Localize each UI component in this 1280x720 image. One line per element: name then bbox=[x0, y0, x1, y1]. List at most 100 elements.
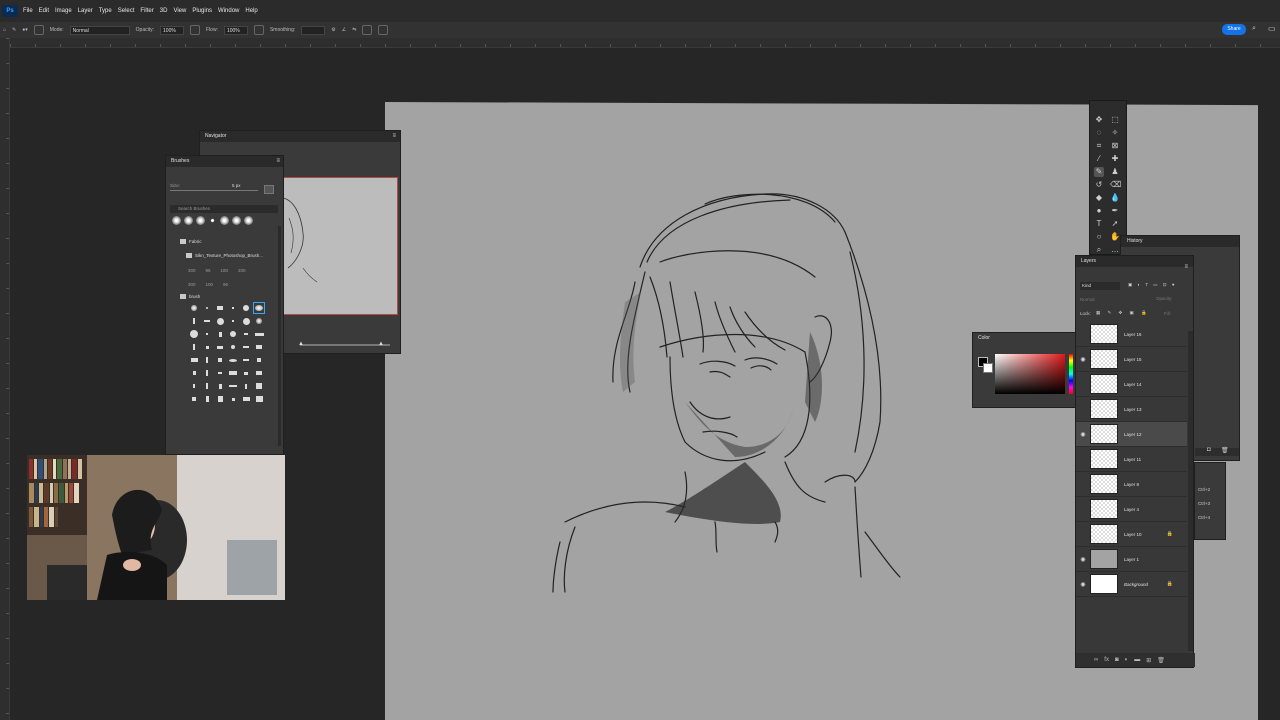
layer-row[interactable]: ◉ Layer 15 bbox=[1076, 347, 1187, 372]
recent-brush[interactable] bbox=[220, 216, 229, 225]
layer-name[interactable]: Layer 1 bbox=[1124, 557, 1139, 562]
layer-row[interactable]: Layer 10 🔒 bbox=[1076, 522, 1187, 547]
airbrush-icon[interactable] bbox=[253, 25, 264, 35]
symmetry-icon[interactable]: ⇋ bbox=[352, 27, 356, 33]
layers-scrollbar[interactable] bbox=[1188, 331, 1193, 651]
menu-layer[interactable]: Layer bbox=[75, 8, 96, 14]
brush-tip-selected[interactable] bbox=[253, 302, 265, 314]
history-tab[interactable]: History bbox=[1121, 236, 1239, 247]
layer-name[interactable]: Layer 16 bbox=[1124, 332, 1142, 337]
layer-thumbnail[interactable] bbox=[1090, 499, 1118, 519]
lock-icons[interactable]: ▦ ✎ ✥ ▣ 🔒 bbox=[1096, 310, 1150, 316]
brush-tip[interactable] bbox=[201, 380, 213, 392]
brush-tip[interactable] bbox=[214, 393, 226, 405]
brush-tip[interactable] bbox=[214, 380, 226, 392]
blur-tool-icon[interactable]: 💧 bbox=[1110, 193, 1120, 203]
flow-field[interactable]: 100% bbox=[223, 25, 248, 35]
healing-brush-icon[interactable]: ✚ bbox=[1110, 154, 1120, 164]
recent-brush[interactable] bbox=[196, 216, 205, 225]
menu-filter[interactable]: Filter bbox=[137, 8, 156, 14]
menu-image[interactable]: Image bbox=[52, 8, 75, 14]
brush-folder[interactable]: brush bbox=[166, 291, 200, 301]
menu-window[interactable]: Window bbox=[215, 8, 242, 14]
type-tool-icon[interactable]: T bbox=[1094, 219, 1104, 229]
brush-tip[interactable] bbox=[188, 315, 200, 327]
layer-name[interactable]: Layer 13 bbox=[1124, 407, 1142, 412]
search-icon[interactable]: ⌕ bbox=[1252, 25, 1256, 33]
shape-tool-icon[interactable]: ○ bbox=[1094, 232, 1104, 242]
navigator-tab[interactable]: Navigator bbox=[200, 131, 400, 142]
layer-row[interactable]: Layer 11 bbox=[1076, 447, 1187, 472]
layer-thumbnail[interactable] bbox=[1090, 524, 1118, 544]
brush-tip[interactable] bbox=[253, 328, 265, 340]
layer-row[interactable]: Layer 14 bbox=[1076, 372, 1187, 397]
pressure-size-icon[interactable] bbox=[362, 25, 373, 35]
visibility-eye-icon[interactable]: ◉ bbox=[1076, 556, 1090, 563]
history-brush-icon[interactable]: ↺ bbox=[1094, 180, 1104, 190]
delete-layer-icon[interactable]: 🗑 bbox=[1157, 657, 1165, 664]
hue-slider[interactable] bbox=[1069, 354, 1073, 394]
brush-settings-icon[interactable] bbox=[33, 25, 44, 35]
layer-thumbnail[interactable] bbox=[1090, 424, 1118, 444]
brush-search-input[interactable]: Search Brushes bbox=[170, 205, 278, 213]
brush-tool-icon[interactable]: ✎ bbox=[12, 27, 16, 33]
trash-icon[interactable]: 🗑 bbox=[1221, 447, 1229, 454]
brush-tip[interactable] bbox=[201, 302, 213, 314]
menu-3d[interactable]: 3D bbox=[157, 8, 171, 14]
adjustment-layer-icon[interactable]: ◐ bbox=[1125, 657, 1129, 663]
layer-style-icon[interactable]: fx bbox=[1104, 657, 1109, 663]
brush-tip[interactable] bbox=[188, 393, 200, 405]
link-layers-icon[interactable]: ∞ bbox=[1094, 657, 1098, 663]
brush-tip[interactable] bbox=[214, 328, 226, 340]
menu-view[interactable]: View bbox=[170, 8, 189, 14]
layer-thumbnail[interactable] bbox=[1090, 349, 1118, 369]
brush-tip[interactable] bbox=[240, 380, 252, 392]
menu-type[interactable]: Type bbox=[96, 8, 115, 14]
camera-icon[interactable]: ◘ bbox=[1207, 447, 1211, 453]
pen-tool-icon[interactable]: ✒ bbox=[1110, 206, 1120, 216]
brush-tip[interactable] bbox=[188, 302, 200, 314]
layer-name[interactable]: Layer 14 bbox=[1124, 382, 1142, 387]
background-color-swatch[interactable] bbox=[983, 363, 993, 373]
brush-tip[interactable] bbox=[214, 341, 226, 353]
brush-tip[interactable] bbox=[227, 328, 239, 340]
stamp-tool-icon[interactable]: ♟ bbox=[1110, 167, 1120, 177]
layer-thumbnail[interactable] bbox=[1090, 474, 1118, 494]
brush-tip[interactable] bbox=[227, 380, 239, 392]
brush-tip[interactable] bbox=[214, 354, 226, 366]
layer-thumbnail[interactable] bbox=[1090, 374, 1118, 394]
layer-name[interactable]: Layer 10 bbox=[1124, 532, 1142, 537]
menu-file[interactable]: File bbox=[20, 8, 36, 14]
hand-tool-icon[interactable]: ✋ bbox=[1110, 232, 1120, 242]
move-tool-icon[interactable]: ✥ bbox=[1094, 115, 1104, 125]
menu-plugins[interactable]: Plugins bbox=[189, 8, 215, 14]
visibility-eye-icon[interactable]: ◉ bbox=[1076, 356, 1090, 363]
brush-tool-icon[interactable]: ✎ bbox=[1094, 167, 1104, 177]
share-button[interactable]: Share bbox=[1222, 24, 1246, 35]
frame-tool-icon[interactable]: ⊠ bbox=[1110, 141, 1120, 151]
brush-tip[interactable] bbox=[188, 380, 200, 392]
paint-bucket-icon[interactable]: ◆ bbox=[1094, 193, 1104, 203]
eraser-tool-icon[interactable]: ⌫ bbox=[1110, 180, 1121, 190]
brush-tip[interactable] bbox=[240, 315, 252, 327]
brush-tip[interactable] bbox=[227, 315, 239, 327]
layer-row[interactable]: Layer 8 bbox=[1076, 472, 1187, 497]
visibility-eye-icon[interactable]: ◉ bbox=[1076, 431, 1090, 438]
blend-mode-dropdown[interactable]: Normal bbox=[1080, 296, 1120, 304]
brush-tip[interactable] bbox=[201, 393, 213, 405]
brush-tip[interactable] bbox=[240, 367, 252, 379]
filter-icons[interactable]: ▣ ◐ T ▭ ⊡ ● bbox=[1128, 282, 1177, 288]
magic-wand-icon[interactable]: ✧ bbox=[1110, 128, 1120, 138]
panel-menu-icon[interactable]: ≡ bbox=[392, 133, 396, 139]
brush-tip[interactable] bbox=[253, 393, 265, 405]
layer-thumbnail[interactable] bbox=[1090, 324, 1118, 344]
navigator-preview[interactable] bbox=[282, 177, 398, 315]
layer-row[interactable]: Layer 13 bbox=[1076, 397, 1187, 422]
new-group-icon[interactable]: ▬ bbox=[1134, 657, 1140, 663]
marquee-tool-icon[interactable]: ⬚ bbox=[1110, 115, 1120, 125]
brush-tip[interactable] bbox=[227, 367, 239, 379]
brush-edit-icon[interactable] bbox=[264, 185, 274, 194]
layer-thumbnail[interactable] bbox=[1090, 399, 1118, 419]
layer-name[interactable]: Layer 15 bbox=[1124, 357, 1142, 362]
layer-mask-icon[interactable]: ◙ bbox=[1115, 657, 1119, 663]
